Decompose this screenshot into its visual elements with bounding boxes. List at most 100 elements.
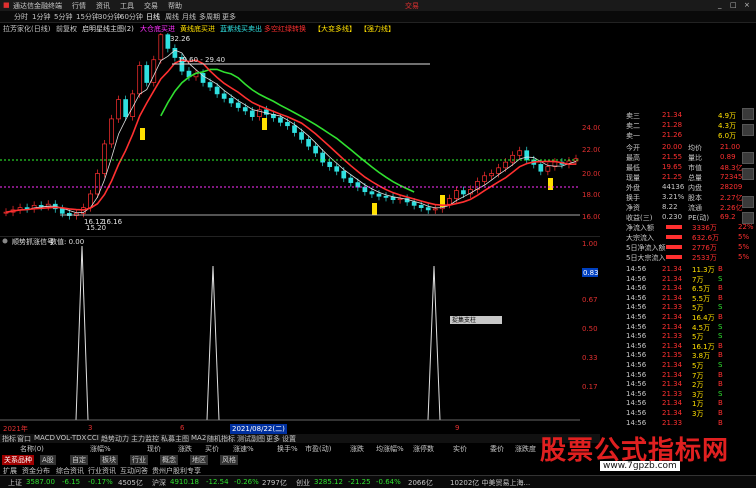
tab-7[interactable]: 私募主图: [161, 434, 189, 444]
quote-value-2: 21.00: [720, 143, 741, 151]
flow-bar: [666, 255, 682, 259]
side-icon-6[interactable]: [742, 212, 754, 224]
candle: [538, 164, 544, 172]
col-10[interactable]: 市盈(动): [305, 444, 331, 454]
period-2[interactable]: 1分钟: [32, 12, 50, 22]
col-1[interactable]: 涨幅%: [90, 444, 111, 454]
candle: [278, 117, 283, 123]
period-6[interactable]: 60分钟: [120, 12, 143, 22]
tab-6[interactable]: 主力监控: [131, 434, 159, 444]
candlestick-chart[interactable]: 32.26 19.60 - 29.40 16.12 16.16 15.20 24…: [0, 33, 600, 235]
col-13[interactable]: 涨停数: [413, 444, 434, 454]
col-4[interactable]: 买价: [205, 444, 219, 454]
tab-1[interactable]: 窗口: [17, 434, 31, 444]
col-11[interactable]: 涨跌: [350, 444, 364, 454]
candle: [489, 173, 494, 177]
col-16[interactable]: 涨跌度: [515, 444, 536, 454]
tab-2[interactable]: MACD: [34, 434, 55, 442]
side-icon-1[interactable]: [742, 108, 754, 120]
candle: [397, 198, 403, 201]
quote-value: 0.230: [662, 213, 683, 221]
period-8[interactable]: 周线: [165, 12, 179, 22]
sub-tick-5: 0.17: [582, 383, 598, 391]
col-14[interactable]: 实价: [453, 444, 467, 454]
flow-pct: 5%: [738, 243, 750, 251]
tick-time: 14:56: [626, 389, 647, 398]
candle: [383, 195, 389, 198]
menu-item-help[interactable]: 帮助: [168, 1, 182, 11]
flow-bar: [666, 245, 682, 249]
col-0[interactable]: 名称(0): [20, 444, 44, 454]
quote-row: 最低 19.65 市值 48.3亿: [600, 162, 756, 172]
period-5[interactable]: 30分钟: [98, 12, 121, 22]
signal-marker: [140, 128, 145, 140]
tab-12[interactable]: 设置: [282, 434, 296, 444]
signal-subchart[interactable]: 顺势抓涨信号 数值: 0.00 捉集支柱 0.83 1.00 0.67 0.50…: [0, 236, 600, 424]
side-icon-3[interactable]: [742, 152, 754, 164]
tab-8[interactable]: MA2: [191, 434, 206, 442]
tick-side: B: [718, 284, 723, 293]
quote-value: 21.34: [662, 111, 683, 119]
candle: [482, 175, 487, 182]
period-7[interactable]: 日线: [146, 12, 160, 22]
tab-4[interactable]: CCI: [87, 434, 99, 442]
idx-0-val: 3587.00: [26, 478, 55, 486]
side-icon-4[interactable]: [742, 168, 754, 180]
cat-2[interactable]: 自定: [70, 455, 88, 465]
candle: [242, 107, 248, 112]
cat-7[interactable]: 风格: [220, 455, 238, 465]
candle: [390, 197, 396, 201]
quote-row: 换手 3.21% 股本 2.27亿: [600, 192, 756, 202]
idx-1-chg: -12.54: [206, 478, 229, 486]
col-2[interactable]: 现价: [147, 444, 161, 454]
flow-pct: 5%: [738, 253, 750, 261]
trade-link[interactable]: 交易: [405, 1, 419, 11]
tick-side: B: [718, 341, 723, 350]
y-tick-4: 16.00: [582, 213, 600, 221]
menu-item-tools[interactable]: 工具: [120, 1, 134, 11]
idx-2-pct: -0.64%: [376, 478, 401, 486]
col-8[interactable]: 涨速%: [233, 444, 254, 454]
quote-value-2: 69.2: [720, 213, 736, 221]
tab-10[interactable]: 测试副图: [237, 434, 265, 444]
period-10[interactable]: 多周期: [199, 12, 220, 22]
tick-price: 21.34: [662, 284, 683, 293]
app-logo-icon: ■: [3, 1, 10, 9]
tick-row: 14:56 21.34 7万 B: [600, 370, 756, 380]
tick-row: 14:56 21.35 3.8万 B: [600, 350, 756, 360]
menu-item-trade[interactable]: 交易: [144, 1, 158, 11]
period-9[interactable]: 月线: [182, 12, 196, 22]
tab-5[interactable]: 趋势动力: [101, 434, 129, 444]
tab-9[interactable]: 随机指标: [207, 434, 235, 444]
cat-3[interactable]: 板块: [100, 455, 118, 465]
tick-price: 21.34: [662, 265, 683, 273]
side-icon-5[interactable]: [742, 196, 754, 208]
tab-3[interactable]: VOL-TDX: [56, 434, 86, 442]
date-label-0: 2021年: [3, 425, 28, 433]
side-icon-2[interactable]: [742, 124, 754, 136]
col-3[interactable]: 涨跌: [178, 444, 192, 454]
period-1[interactable]: 分时: [14, 12, 28, 22]
tick-row: 14:56 21.34 1万 B: [600, 398, 756, 408]
tab-11[interactable]: 更多: [266, 434, 280, 444]
tab-0[interactable]: 指标: [2, 434, 16, 444]
cat-4[interactable]: 行业: [130, 455, 148, 465]
col-15[interactable]: 委价: [490, 444, 504, 454]
col-12[interactable]: 均涨幅%: [376, 444, 404, 454]
idx-2-chg: -21.25: [348, 478, 371, 486]
period-4[interactable]: 15分钟: [76, 12, 99, 22]
quote-value: 44136: [662, 183, 685, 191]
idx-0-pct: -0.17%: [88, 478, 113, 486]
cat-6[interactable]: 地区: [190, 455, 208, 465]
period-11[interactable]: 更多: [222, 12, 236, 22]
cat-0[interactable]: 关系品种: [2, 455, 34, 465]
col-9[interactable]: 换手%: [277, 444, 298, 454]
period-3[interactable]: 5分钟: [54, 12, 72, 22]
tick-row: 14:56 21.33 B: [600, 418, 756, 428]
cat-5[interactable]: 概念: [160, 455, 178, 465]
menu-item-news[interactable]: 资讯: [96, 1, 110, 11]
cat-1[interactable]: A股: [40, 455, 56, 465]
flow-row: 净流入额 3336万 22%: [600, 222, 756, 232]
menu-item-quotes[interactable]: 行情: [72, 1, 86, 11]
tick-time: 14:56: [626, 303, 647, 312]
